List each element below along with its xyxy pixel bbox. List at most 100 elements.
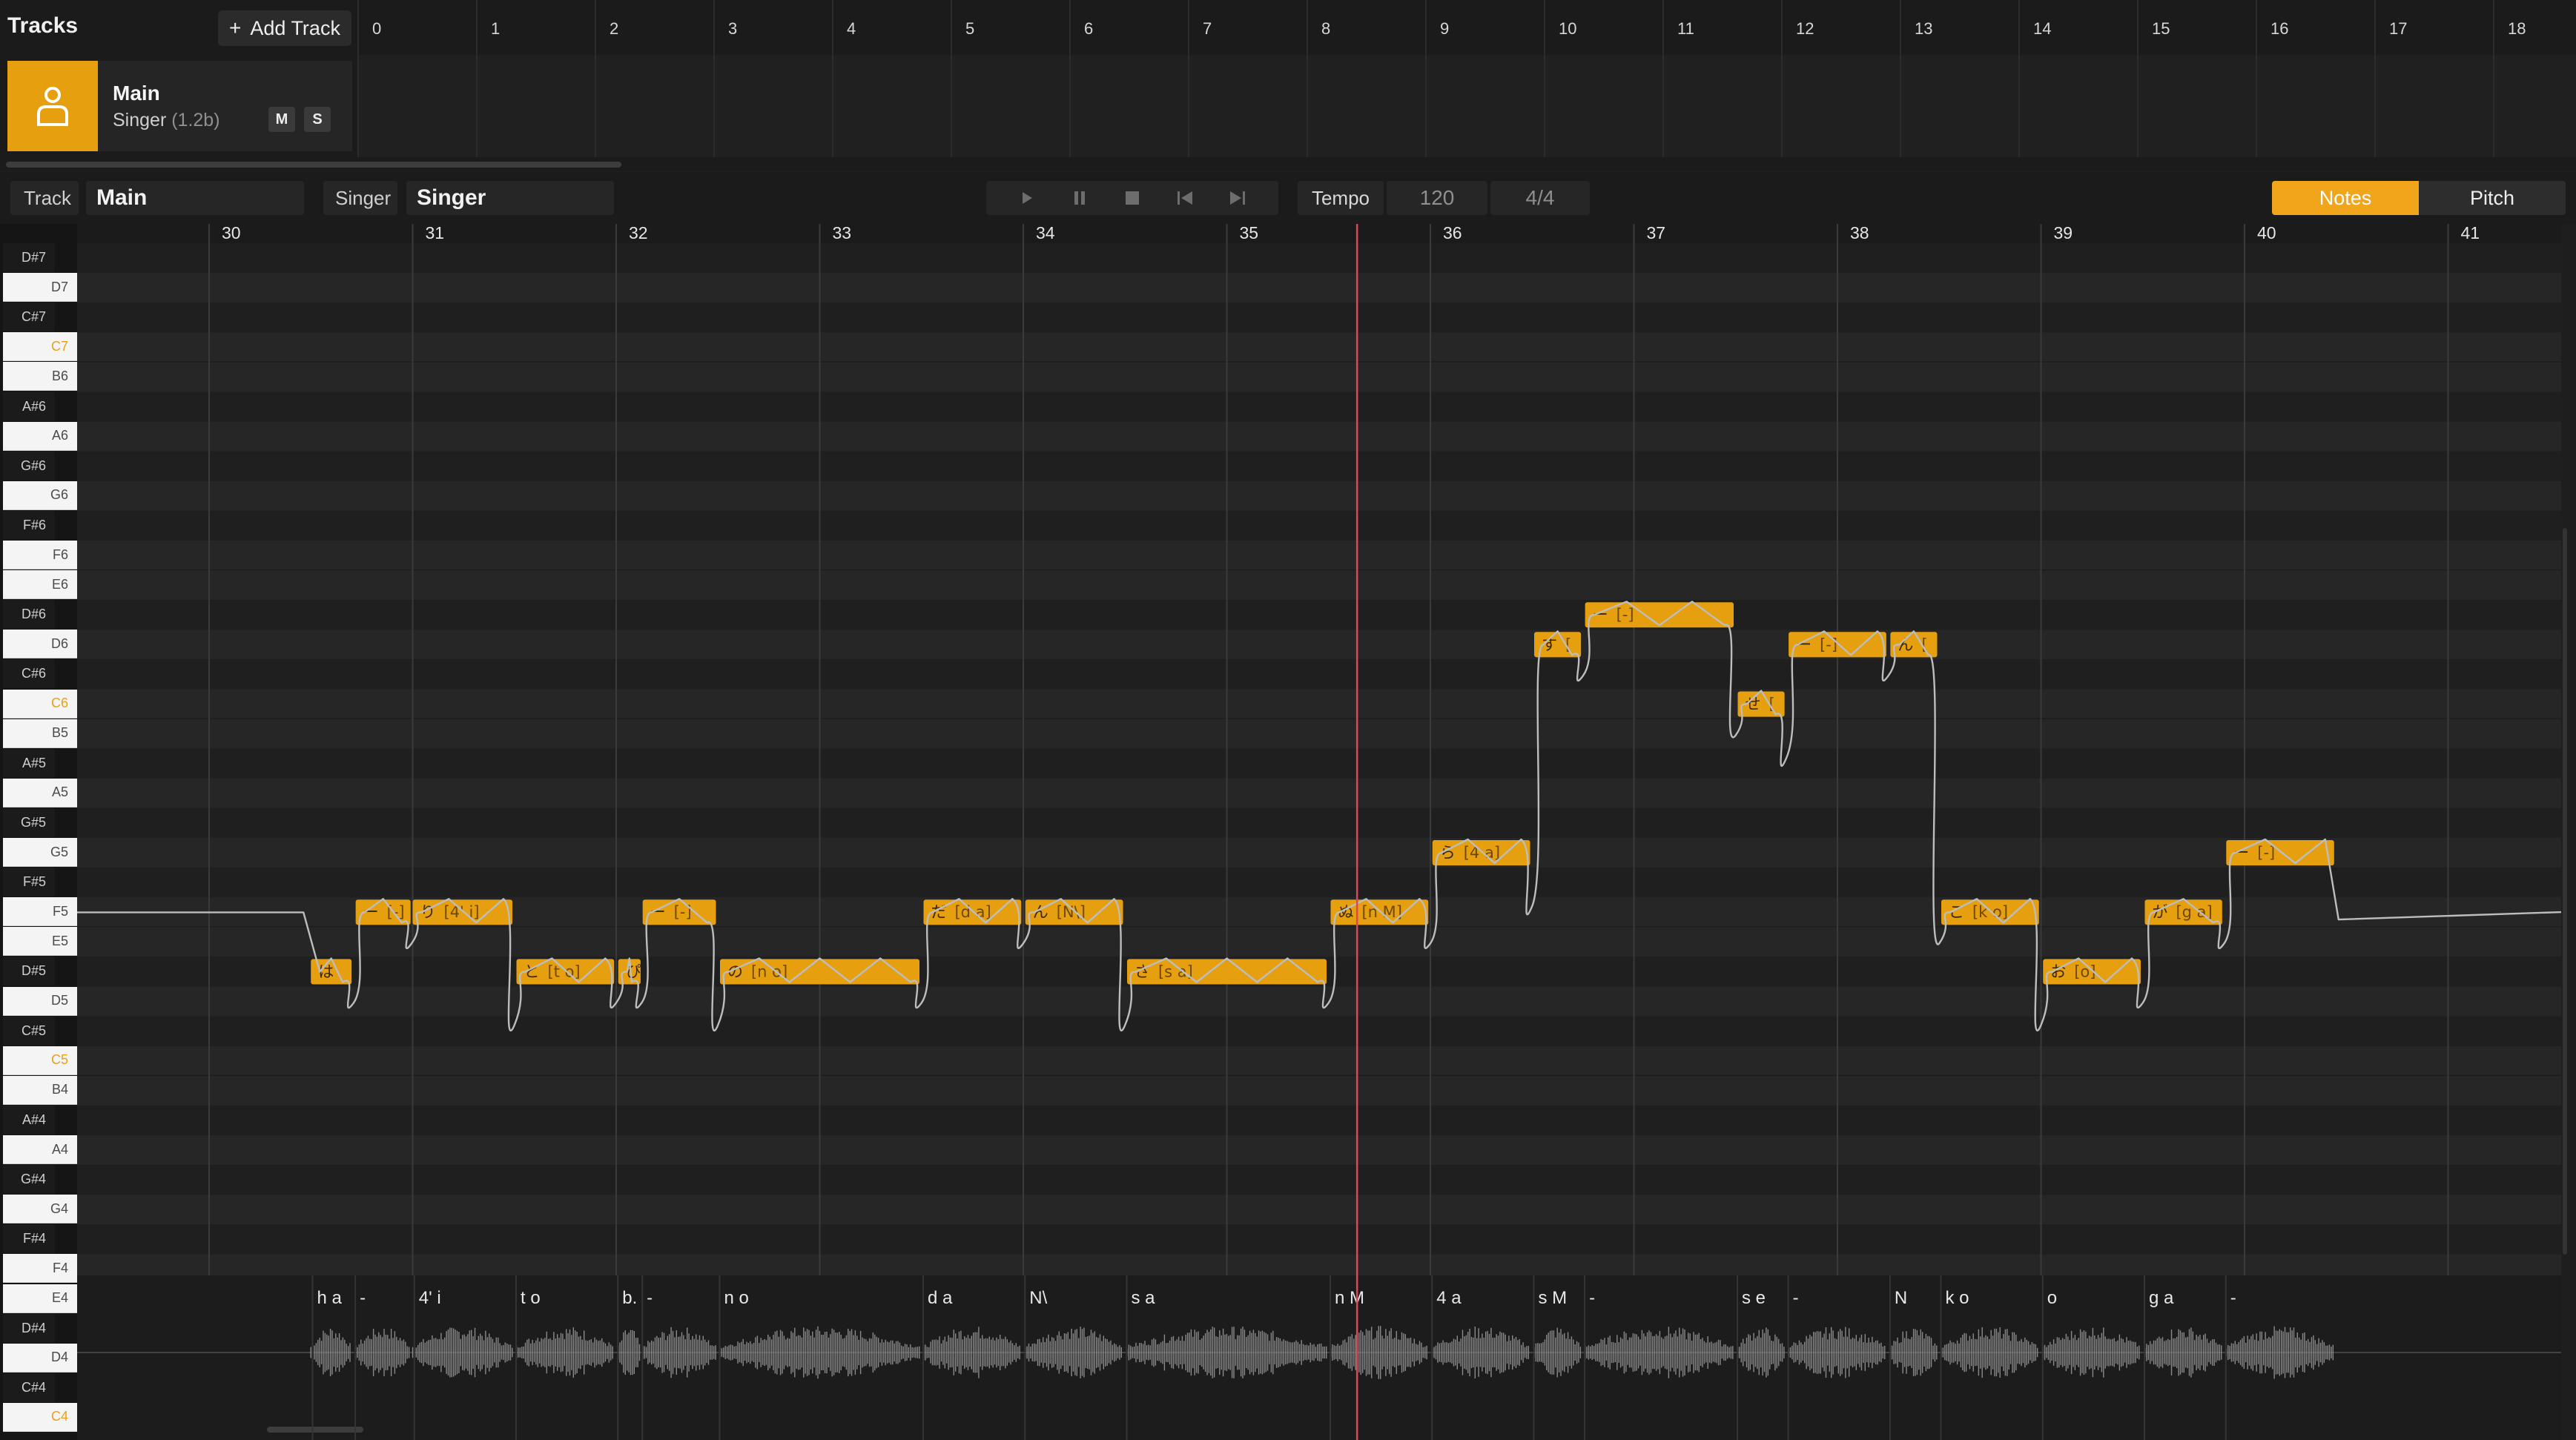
note-block[interactable]: ー [-] (2226, 840, 2334, 866)
phoneme-label: s M (1538, 1288, 1567, 1308)
timeline-ruler-number: 2 (610, 19, 619, 38)
pitch-row (77, 451, 2561, 481)
timeline-ruler-line (2018, 0, 2020, 157)
tempo-input[interactable]: 120 (1387, 181, 1487, 215)
stop-icon[interactable] (1120, 186, 1144, 210)
piano-key[interactable]: F6 (3, 541, 77, 570)
piano-key[interactable]: G#4 (3, 1165, 55, 1195)
piano-key[interactable]: G#6 (3, 451, 55, 480)
pitch-row (77, 719, 2561, 749)
timeline-ruler-number: 10 (1559, 19, 1577, 38)
piano-key[interactable]: D6 (3, 630, 77, 659)
pitch-row (77, 303, 2561, 333)
piano-key[interactable]: B6 (3, 362, 77, 392)
skip-end-icon[interactable] (1226, 186, 1249, 210)
roll-horizontal-scrollbar[interactable] (267, 1427, 363, 1433)
measure-number: 40 (2257, 224, 2276, 242)
pitch-row (77, 927, 2561, 957)
piano-key[interactable]: C6 (3, 689, 77, 719)
skip-start-icon[interactable] (1173, 186, 1197, 210)
piano-key[interactable]: D#4 (3, 1313, 55, 1343)
timeline-ruler-line (476, 0, 478, 157)
pitch-row (77, 1165, 2561, 1195)
phoneme-label: n o (724, 1288, 748, 1308)
piano-key[interactable]: D#7 (3, 243, 55, 273)
pitch-row (77, 1016, 2561, 1046)
piano-key[interactable]: A#5 (3, 748, 55, 778)
piano-key[interactable]: E6 (3, 570, 77, 600)
measure-number: 33 (833, 224, 852, 242)
pitch-row (77, 392, 2561, 422)
track-card-main[interactable]: Main Singer (1.2b) M S (7, 61, 352, 151)
piano-key[interactable]: C5 (3, 1046, 77, 1075)
note-phoneme: [-] (1820, 635, 1837, 653)
pitch-row (77, 600, 2561, 630)
piano-key[interactable]: C#4 (3, 1373, 55, 1402)
piano-key[interactable]: F#6 (3, 510, 55, 540)
piano-key[interactable]: F#4 (3, 1224, 55, 1254)
timeline-ruler-line (2493, 0, 2494, 157)
piano-key[interactable]: D4 (3, 1343, 77, 1373)
timeline-ruler-number: 16 (2270, 19, 2289, 38)
tracks-scrollbar[interactable] (6, 162, 621, 168)
timeline-ruler-number: 12 (1796, 19, 1814, 38)
play-icon[interactable] (1015, 186, 1039, 210)
pitch-row (77, 748, 2561, 779)
timeline-ruler-number: 18 (2508, 19, 2526, 38)
solo-button[interactable]: S (304, 107, 331, 132)
timeline-ruler-line (1544, 0, 1545, 157)
piano-key[interactable]: C#6 (3, 659, 55, 689)
mute-button[interactable]: M (268, 107, 295, 132)
piano-key[interactable]: A#6 (3, 392, 55, 421)
phoneme-label: - (1793, 1288, 1799, 1308)
piano-roll-canvas[interactable]: 30 31 32 33 34 35 36 37 38 39 40 41 はー [-] り [4' i]と [t… (0, 224, 2576, 1440)
measure-number: 41 (2461, 224, 2480, 242)
piano-key[interactable]: E5 (3, 927, 77, 957)
track-select[interactable]: Main (86, 181, 304, 215)
pitch-row (77, 1075, 2561, 1106)
pause-icon[interactable] (1068, 186, 1092, 210)
piano-key[interactable]: G#5 (3, 807, 55, 837)
roll-vertical-scrollbar[interactable] (2563, 528, 2567, 1255)
pitch-row (77, 570, 2561, 601)
piano-roll[interactable]: 30 31 32 33 34 35 36 37 38 39 40 41 はー [-] り [4' i] と [t… (0, 224, 2576, 1440)
phoneme-label: b. (622, 1288, 637, 1308)
track-timeline-ruler[interactable]: 0 1 2 3 4 5 6 7 8 9 10 11 12 13 14 15 16 17 18 (357, 0, 2576, 157)
timeline-ruler-line (951, 0, 952, 157)
piano-key[interactable]: D#6 (3, 600, 55, 630)
piano-key[interactable]: B5 (3, 719, 77, 748)
piano-key[interactable]: F5 (3, 897, 77, 927)
phoneme-label: s e (1742, 1288, 1766, 1308)
track-timeline-area[interactable] (359, 55, 2576, 157)
piano-key[interactable]: A6 (3, 421, 77, 451)
piano-key[interactable]: A4 (3, 1135, 77, 1165)
piano-key[interactable]: G5 (3, 838, 77, 868)
pitch-row (77, 868, 2561, 898)
track-avatar[interactable] (7, 61, 98, 151)
piano-key[interactable]: G6 (3, 480, 77, 510)
piano-key[interactable]: C#7 (3, 303, 55, 332)
piano-key[interactable]: G4 (3, 1195, 77, 1224)
time-signature-input[interactable]: 4/4 (1490, 181, 1590, 215)
measure-header[interactable] (77, 224, 2561, 243)
pitch-row (77, 332, 2561, 363)
piano-key[interactable]: C#5 (3, 1016, 55, 1046)
piano-key[interactable]: C7 (3, 332, 77, 362)
piano-key[interactable]: D#5 (3, 957, 55, 986)
piano-key[interactable]: D5 (3, 986, 77, 1016)
piano-keyboard[interactable]: D#7 D7 C#7 C7 B6 A#6 A6 G#6 G6 F#6 F6 E6 D#6 D6 C#6 C6 B… (0, 224, 77, 1440)
singer-select[interactable]: Singer (406, 181, 614, 215)
mode-pitch-button[interactable]: Pitch (2419, 181, 2566, 215)
piano-key[interactable]: B4 (3, 1075, 77, 1105)
piano-key[interactable]: C4 (3, 1402, 77, 1432)
piano-key[interactable]: F4 (3, 1254, 77, 1284)
tempo-label: Tempo (1298, 181, 1384, 215)
piano-key[interactable]: A5 (3, 778, 77, 807)
measure-number: 37 (1647, 224, 1666, 242)
piano-key[interactable]: F#5 (3, 868, 55, 897)
add-track-button[interactable]: + Add Track (218, 10, 351, 46)
piano-key[interactable]: E4 (3, 1284, 77, 1313)
mode-notes-button[interactable]: Notes (2272, 181, 2419, 215)
piano-key[interactable]: D7 (3, 273, 77, 303)
piano-key[interactable]: A#4 (3, 1105, 55, 1135)
